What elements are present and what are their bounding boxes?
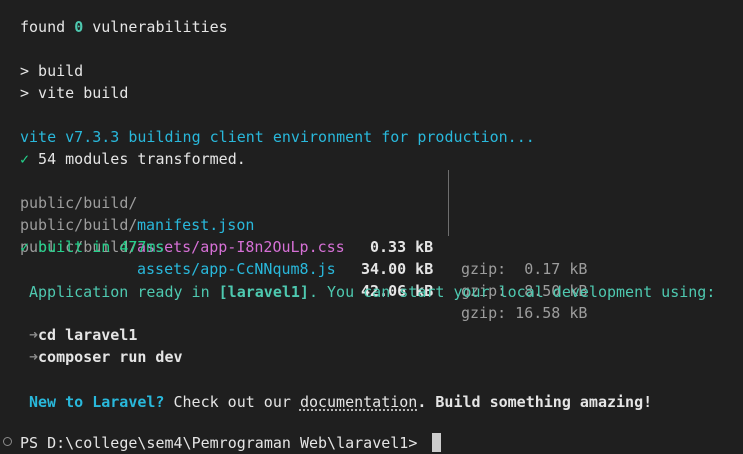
shell-prompt[interactable]: PS D:\college\sem4\Pemrograman Web\larav… — [20, 432, 442, 454]
command-text: cd laravel1 — [38, 326, 138, 344]
script-vite-line: > vite build — [20, 84, 129, 102]
file-size: 0.33 kB — [370, 238, 434, 256]
check-icon: ✓ — [20, 238, 30, 256]
file-name: assets/app-CcNNqum8.js — [137, 260, 336, 278]
terminal-window[interactable]: found 0 vulnerabilities > build > vite b… — [0, 0, 743, 454]
ready-prefix: Application ready in — [29, 283, 219, 301]
footer-tail: . Build something amazing! — [417, 393, 653, 411]
check-icon: ✓ — [20, 150, 30, 168]
modules-line: ✓ 54 modules transformed. — [20, 148, 246, 170]
file-size: 34.00 kB — [361, 260, 434, 278]
file-row: public/build/ assets/app-CcNNqum8.js 42.… — [20, 214, 720, 322]
file-name: assets/app-I8n2OuLp.css — [137, 238, 345, 256]
command-line: ➜composer run dev — [29, 346, 183, 368]
audit-line: found 0 vulnerabilities — [20, 16, 228, 38]
script-build-line: > build — [20, 62, 84, 80]
file-gzip: gzip: 0.17 kB — [461, 260, 588, 278]
ready-suffix: . You can start your local development u… — [308, 283, 716, 301]
file-gzip: gzip: 16.58 kB — [461, 304, 588, 322]
column-separator — [448, 170, 449, 236]
audit-suffix: vulnerabilities — [83, 18, 228, 36]
vulnerability-count: 0 — [74, 18, 84, 36]
text-cursor — [432, 433, 442, 452]
documentation-link[interactable]: documentation — [300, 393, 417, 411]
modules-text: 54 modules transformed. — [29, 150, 246, 168]
vite-header: vite v7.3.3 building client environment … — [20, 128, 535, 146]
laravel-footer: New to Laravel? Check out our documentat… — [29, 391, 652, 413]
file-row: public/build/ assets/app-I8n2OuLp.css 34… — [20, 192, 720, 300]
prompt-text: PS D:\college\sem4\Pemrograman Web\larav… — [20, 434, 427, 452]
file-row: public/build/ manifest.json 0.33 kB gzip… — [20, 170, 720, 278]
check-out-text: Check out our — [164, 393, 300, 411]
new-to-laravel-label: New to Laravel? — [29, 393, 165, 411]
arrow-icon: ➜ — [29, 348, 39, 366]
ready-line: Application ready in [laravel1]. You can… — [29, 281, 715, 303]
command-line: ➜cd laravel1 — [29, 324, 137, 346]
audit-prefix: found — [20, 18, 75, 36]
built-text: built in 477ms — [29, 238, 165, 256]
built-line: ✓ built in 477ms — [20, 236, 165, 258]
arrow-icon: ➜ — [29, 326, 39, 344]
app-name: [laravel1] — [218, 283, 309, 301]
prompt-status-icon — [3, 437, 12, 446]
command-text: composer run dev — [38, 348, 183, 366]
